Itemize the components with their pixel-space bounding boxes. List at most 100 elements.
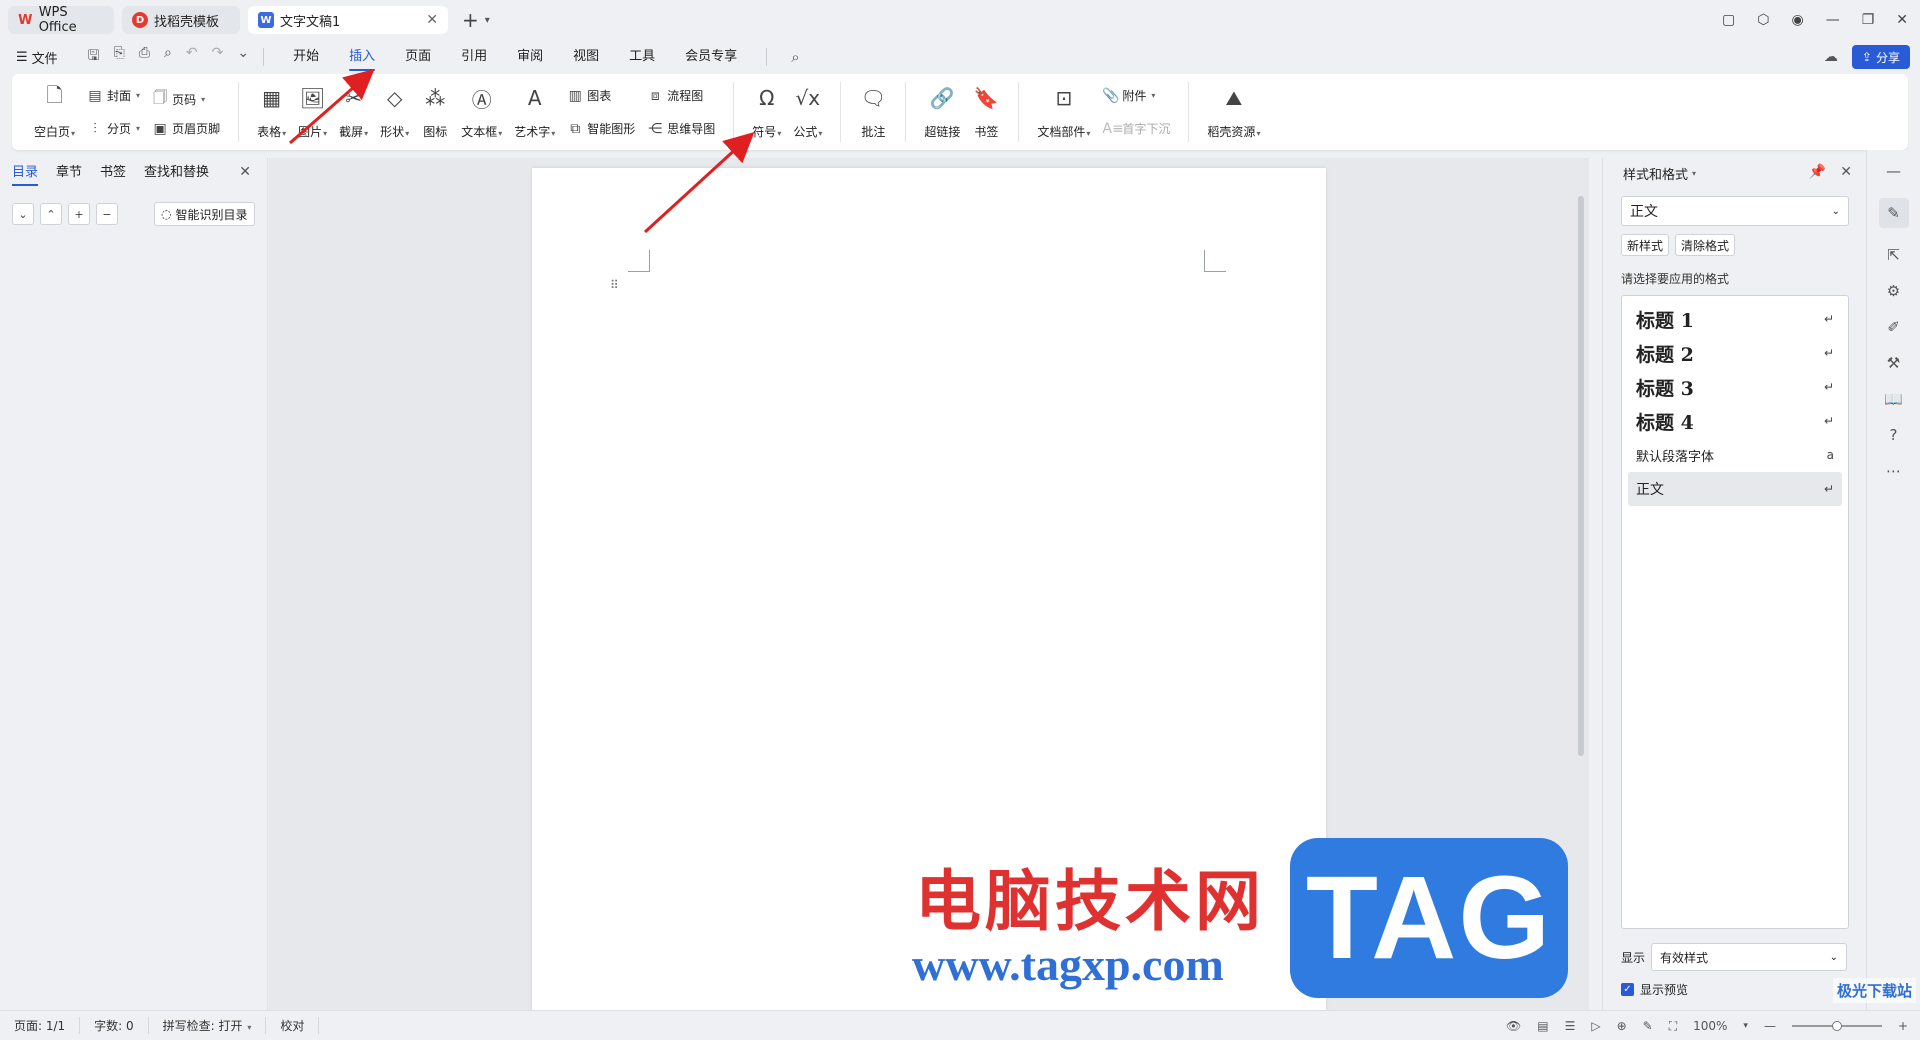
tab-document[interactable]: W 文字文稿1 ✕ — [248, 6, 448, 34]
style-item-default-font[interactable]: 默认段落字体 a — [1628, 438, 1842, 472]
styles-pane-title[interactable]: 样式和格式 — [1623, 164, 1688, 183]
zoom-slider[interactable] — [1791, 1021, 1882, 1031]
drop-cap-button[interactable]: A≡ 首字下沉 — [1102, 120, 1170, 137]
new-tab-button[interactable]: + — [462, 8, 479, 32]
cover-button[interactable]: ▤ 封面 ▾ — [87, 87, 140, 104]
select-pointer-icon[interactable]: ⇱ — [1887, 246, 1900, 264]
file-menu[interactable]: ☰ 文件 — [16, 48, 58, 67]
smart-toc-button[interactable]: ◌ 智能识别目录 — [154, 202, 255, 226]
tab-member[interactable]: 会员专享 — [670, 40, 752, 74]
print-preview-icon[interactable]: ⌕ — [164, 45, 172, 69]
drag-handle-icon[interactable]: ⠿ — [610, 278, 619, 292]
print-icon[interactable]: ⎙ — [139, 45, 150, 69]
save-icon[interactable]: 🖫 — [88, 45, 100, 69]
pin-icon[interactable]: 📌 — [1809, 164, 1826, 180]
scrollbar-thumb[interactable] — [1578, 196, 1584, 756]
help-icon[interactable]: ? — [1890, 426, 1898, 444]
page-indicator[interactable]: 页面: 1/1 — [0, 1017, 81, 1034]
hyperlink-button[interactable]: 🔗 超链接 — [918, 84, 966, 140]
mindmap-button[interactable]: ⋲ 思维导图 — [647, 120, 715, 137]
fit-icon[interactable]: ⛶ — [1669, 1019, 1677, 1034]
tools-icon[interactable]: ⚒ — [1887, 354, 1900, 372]
flowchart-button[interactable]: ⧈ 流程图 — [647, 87, 715, 104]
vertical-scrollbar[interactable] — [1577, 168, 1585, 988]
tab-chapters[interactable]: 章节 — [56, 158, 90, 188]
tab-home[interactable]: 开始 — [278, 40, 334, 74]
word-count[interactable]: 字数: 0 — [80, 1017, 149, 1034]
share-button[interactable]: ⇪ 分享 — [1851, 45, 1910, 69]
collapse-up-button[interactable]: ⌃ — [40, 203, 62, 225]
table-button[interactable]: ▦ 表格▾ — [251, 84, 292, 140]
icon-button[interactable]: ⁂ 图标 — [415, 84, 455, 140]
remove-level-button[interactable]: − — [96, 203, 118, 225]
style-item-heading-3[interactable]: 标题 3 ↵ — [1628, 370, 1842, 404]
zoom-in-button[interactable]: + — [1898, 1019, 1908, 1033]
tab-references[interactable]: 引用 — [446, 40, 502, 74]
undo-icon[interactable]: ↶ — [186, 45, 198, 69]
tab-review[interactable]: 审阅 — [502, 40, 558, 74]
style-pen-icon[interactable]: ✎ — [1878, 198, 1909, 228]
zoom-out-button[interactable]: — — [1764, 1019, 1776, 1033]
adjust-sliders-icon[interactable]: ⚙ — [1887, 282, 1900, 300]
book-icon[interactable]: 📖 — [1884, 390, 1903, 408]
search-icon[interactable]: ⌕ — [791, 48, 799, 66]
symbol-button[interactable]: Ω 符号▾ — [746, 84, 787, 140]
pen-icon[interactable]: ✎ — [1643, 1019, 1653, 1033]
page-view-icon[interactable]: ▤ — [1537, 1019, 1548, 1033]
header-footer-button[interactable]: ▣ 页眉页脚 — [152, 120, 220, 137]
daoke-resources-button[interactable]: ⛰ 稻壳资源▾ — [1201, 84, 1266, 140]
tab-bookmarks[interactable]: 书签 — [100, 158, 134, 188]
tab-daoke-templates[interactable]: D 找稻壳模板 — [122, 6, 240, 34]
current-style-select[interactable]: 正文 ⌄ — [1621, 196, 1849, 226]
cube-icon[interactable]: ⬡ — [1757, 12, 1769, 28]
formula-button[interactable]: √x 公式▾ — [787, 84, 828, 140]
close-window-button[interactable]: ✕ — [1896, 12, 1908, 28]
zoom-value[interactable]: 100% — [1693, 1019, 1727, 1033]
tab-view[interactable]: 视图 — [558, 40, 614, 74]
show-preview-option[interactable]: ✓ 显示预览 — [1621, 981, 1864, 998]
tab-tools[interactable]: 工具 — [614, 40, 670, 74]
style-item-body[interactable]: 正文 ↵ — [1628, 472, 1842, 506]
style-item-heading-4[interactable]: 标题 4 ↵ — [1628, 404, 1842, 438]
smart-graphic-button[interactable]: ⧉ 智能图形 — [567, 120, 635, 137]
add-level-button[interactable]: + — [68, 203, 90, 225]
shape-button[interactable]: ◇ 形状▾ — [374, 84, 415, 140]
cloud-icon[interactable]: ☁ — [1824, 49, 1838, 65]
page-number-button[interactable]: 🗍 页码 ▾ — [152, 87, 220, 111]
tab-toc[interactable]: 目录 — [12, 158, 46, 188]
bookmark-button[interactable]: 🔖 书签 — [966, 84, 1006, 140]
close-icon[interactable]: ✕ — [1840, 164, 1852, 180]
wordart-button[interactable]: A 艺术字▾ — [508, 84, 561, 140]
page-break-button[interactable]: ⫶ 分页 ▾ — [87, 120, 140, 137]
show-filter-select[interactable]: 有效样式 ⌄ — [1651, 943, 1848, 971]
redo-icon[interactable]: ↷ — [212, 45, 224, 69]
picture-button[interactable]: 🖼 图片▾ — [292, 84, 333, 140]
attachment-button[interactable]: 📎 附件 ▾ — [1102, 87, 1170, 104]
checkbox-checked-icon[interactable]: ✓ — [1621, 983, 1634, 996]
new-style-button[interactable]: 新样式 — [1621, 234, 1670, 256]
chevron-down-icon[interactable]: ⌄ — [237, 45, 249, 69]
close-icon[interactable]: ✕ — [426, 12, 438, 28]
comment-button[interactable]: 🗨 批注 — [853, 84, 893, 140]
export-icon[interactable]: ⎘ — [114, 45, 125, 69]
minus-icon[interactable]: — — [1886, 162, 1901, 180]
expand-down-button[interactable]: ⌄ — [12, 203, 34, 225]
tab-page[interactable]: 页面 — [390, 40, 446, 74]
restore-button[interactable]: ❐ — [1862, 12, 1875, 28]
style-item-heading-2[interactable]: 标题 2 ↵ — [1628, 336, 1842, 370]
style-item-heading-1[interactable]: 标题 1 ↵ — [1628, 302, 1842, 336]
eye-icon[interactable]: 👁 — [1506, 1019, 1521, 1033]
edit-doc-icon[interactable]: ✐ — [1887, 318, 1900, 336]
doc-parts-button[interactable]: ⊡ 文档部件▾ — [1031, 84, 1096, 140]
web-view-icon[interactable]: ⊕ — [1617, 1019, 1627, 1033]
blank-page-button[interactable]: 🗋 空白页▾ — [28, 83, 81, 140]
zoom-slider-handle[interactable] — [1831, 1021, 1842, 1031]
clear-format-button[interactable]: 清除格式 — [1675, 234, 1736, 256]
outline-view-icon[interactable]: ☰ — [1565, 1019, 1576, 1033]
proofread-button[interactable]: 校对 — [266, 1017, 320, 1034]
chart-button[interactable]: ▥ 图表 — [567, 87, 635, 104]
spellcheck-toggle[interactable]: 拼写检查: 打开 ▾ — [149, 1017, 267, 1034]
chevron-down-icon[interactable]: ▾ — [485, 15, 490, 26]
tab-insert[interactable]: 插入 — [334, 40, 390, 74]
chevron-down-icon[interactable]: ▾ — [1743, 1021, 1748, 1031]
